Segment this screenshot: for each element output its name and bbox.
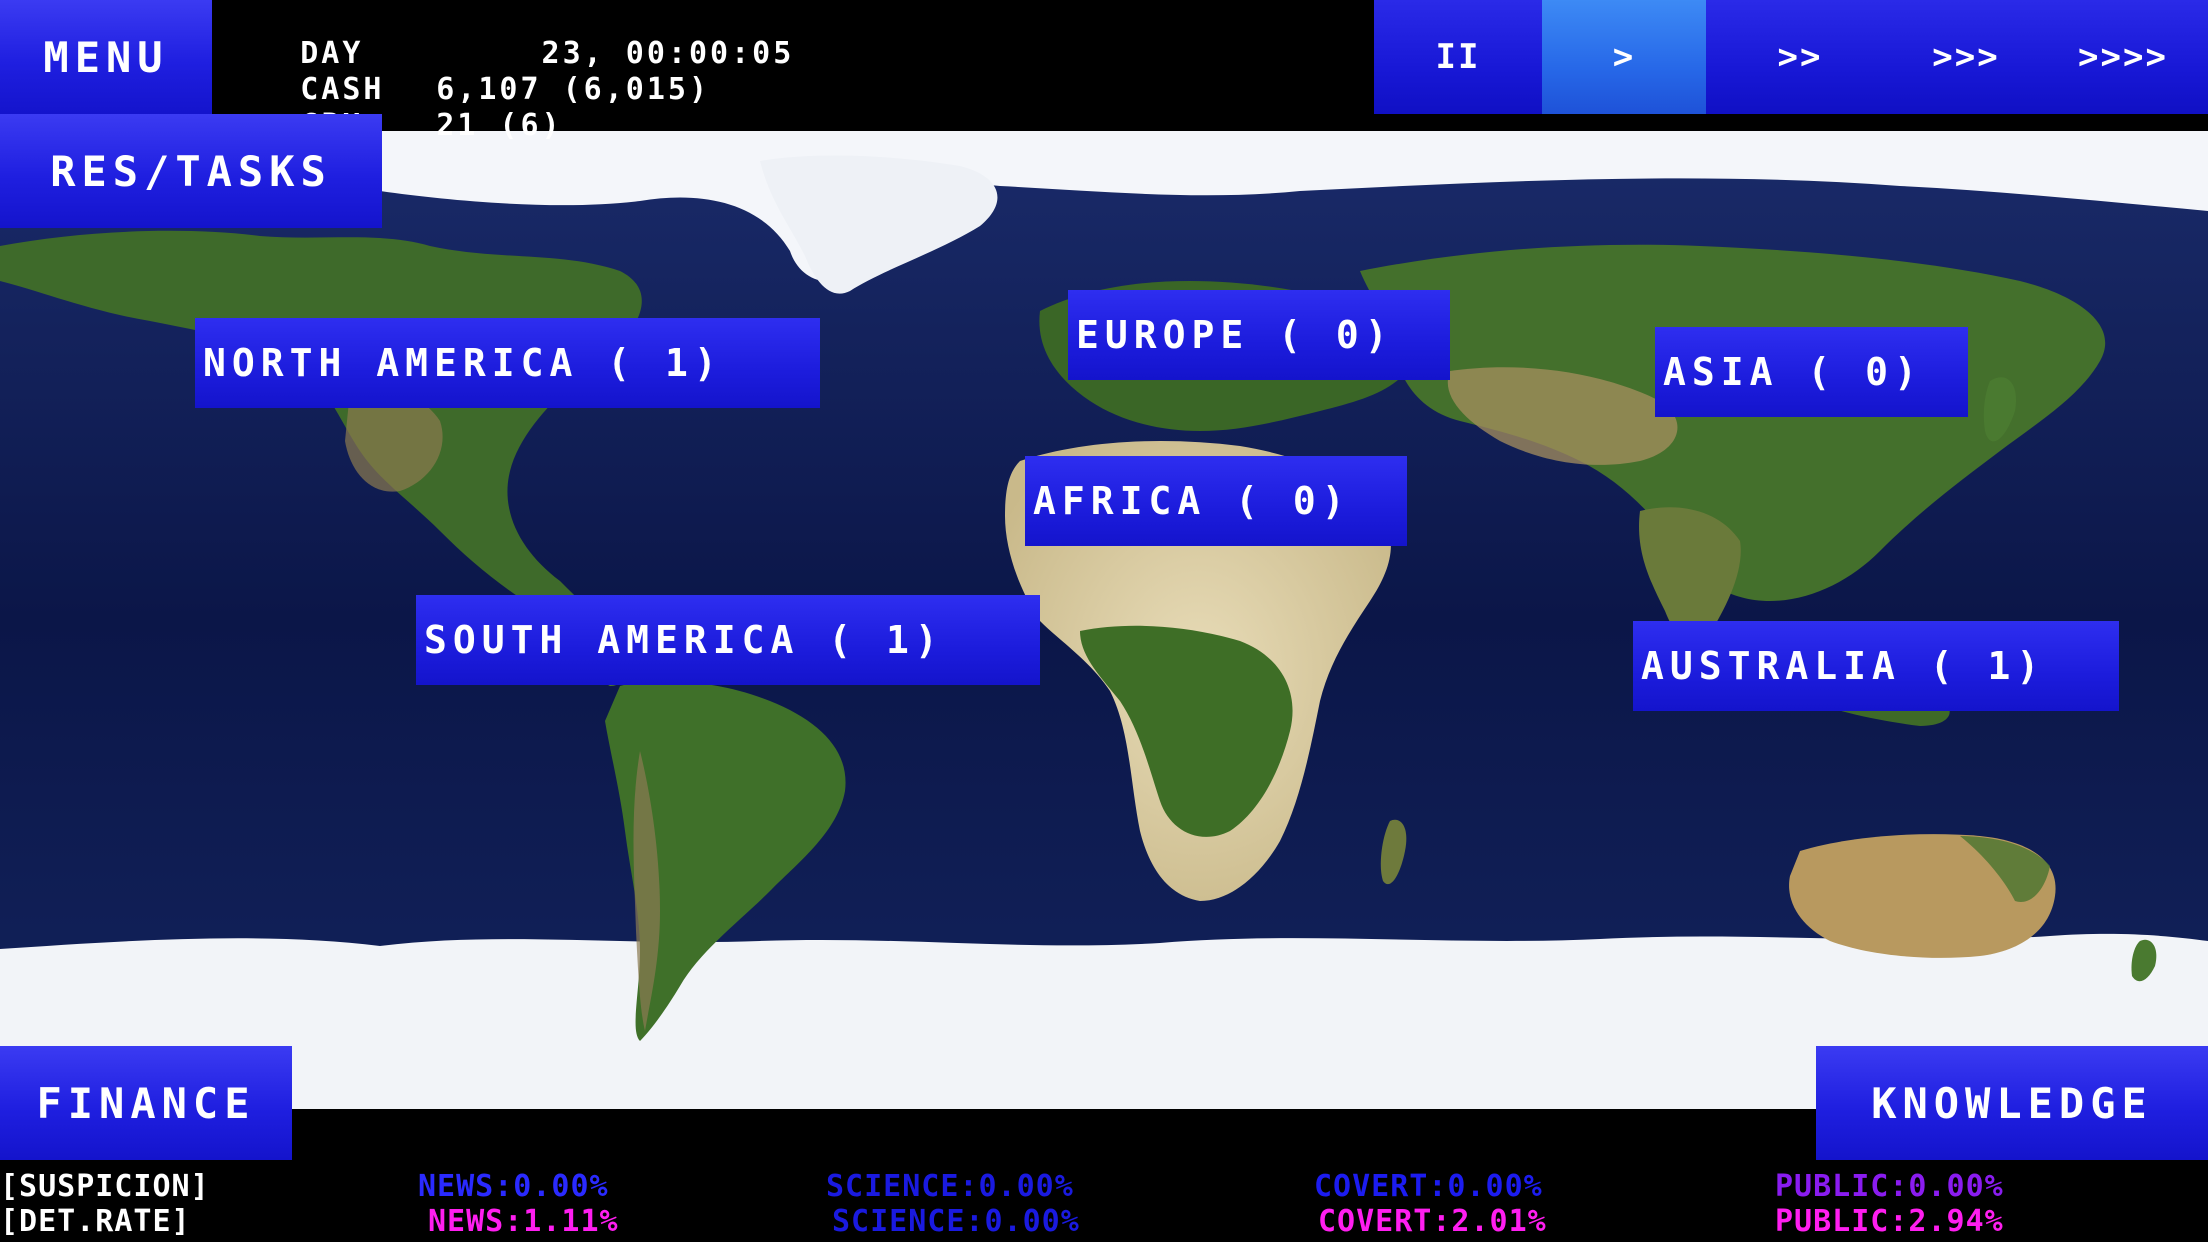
region-africa[interactable]: AFRICA ( 0) xyxy=(1025,456,1407,546)
det-rate-public: PUBLIC:2.94% xyxy=(1775,1204,2004,1239)
knowledge-label: knowledge xyxy=(1871,1078,2153,1128)
res-tasks-button[interactable]: res/tasks xyxy=(0,114,382,228)
stat-cpu-value: 21 (6) xyxy=(436,108,563,143)
region-australia[interactable]: AUSTRALIA ( 1) xyxy=(1633,621,2119,711)
region-asia-label: ASIA ( 0) xyxy=(1663,350,1923,394)
finance-button[interactable]: finance xyxy=(0,1046,292,1160)
faster-forward-icon: >>> xyxy=(1932,37,2000,77)
region-south-america-label: SOUTH AMERICA ( 1) xyxy=(424,618,944,662)
region-europe[interactable]: EUROPE ( 0) xyxy=(1068,290,1450,380)
suspicion-news: NEWS:0.00% xyxy=(418,1169,609,1204)
finance-label: finance xyxy=(36,1078,256,1128)
fast-forward-icon: >> xyxy=(1777,37,1823,77)
knowledge-button[interactable]: knowledge xyxy=(1816,1046,2208,1160)
region-europe-label: EUROPE ( 0) xyxy=(1076,313,1394,357)
speed-3-button[interactable]: >>> xyxy=(1894,0,2038,114)
det-rate-news: NEWS:1.11% xyxy=(428,1204,619,1239)
region-north-america-label: NORTH AMERICA ( 1) xyxy=(203,341,723,385)
res-tasks-label: res/tasks xyxy=(50,146,332,196)
menu-button-label: menu xyxy=(43,32,169,82)
pause-icon: II xyxy=(1435,37,1481,77)
suspicion-covert: COVERT:0.00% xyxy=(1314,1169,1543,1204)
region-africa-label: AFRICA ( 0) xyxy=(1033,479,1351,523)
speed-1-button[interactable]: > xyxy=(1542,0,1706,114)
suspicion-science: SCIENCE:0.00% xyxy=(826,1169,1074,1204)
fastest-forward-icon: >>>> xyxy=(2078,37,2168,77)
world-map[interactable] xyxy=(0,131,2208,1109)
det-rate-science: SCIENCE:0.00% xyxy=(832,1204,1080,1239)
region-south-america[interactable]: SOUTH AMERICA ( 1) xyxy=(416,595,1040,685)
speed-4-button[interactable]: >>>> xyxy=(2038,0,2208,114)
region-australia-label: AUSTRALIA ( 1) xyxy=(1641,644,2046,688)
game-screen: menu DAY 23, 00:00:05 CASH 6,107 (6,015) … xyxy=(0,0,2208,1242)
menu-button[interactable]: menu xyxy=(0,0,212,114)
speed-controls: II > >> >>> >>>> xyxy=(1374,0,2208,114)
det-rate-covert: COVERT:2.01% xyxy=(1318,1204,1547,1239)
suspicion-public: PUBLIC:0.00% xyxy=(1775,1169,2004,1204)
region-asia[interactable]: ASIA ( 0) xyxy=(1655,327,1968,417)
play-icon: > xyxy=(1612,37,1636,77)
speed-2-button[interactable]: >> xyxy=(1706,0,1894,114)
region-north-america[interactable]: NORTH AMERICA ( 1) xyxy=(195,318,820,408)
pause-button[interactable]: II xyxy=(1374,0,1542,114)
suspicion-label: [SUSPICION] xyxy=(0,1169,210,1204)
det-rate-label: [DET.RATE] xyxy=(0,1204,191,1239)
